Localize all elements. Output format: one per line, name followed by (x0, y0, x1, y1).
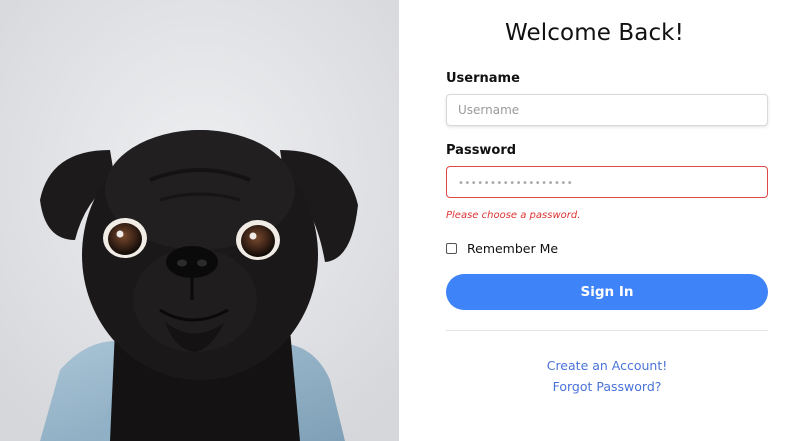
username-input[interactable] (447, 95, 767, 125)
login-form-panel: Welcome Back! Username Password Please c… (399, 0, 790, 441)
page-title: Welcome Back! (505, 20, 684, 46)
right-eye (241, 225, 275, 257)
remember-me-row: Remember Me (446, 241, 558, 256)
left-eye (108, 223, 142, 255)
sign-in-button[interactable]: Sign In (446, 274, 768, 310)
remember-me-checkbox[interactable] (446, 243, 457, 254)
forgot-password-link[interactable]: Forgot Password? (399, 379, 790, 394)
form-divider (446, 330, 768, 331)
pug-nose (166, 246, 218, 278)
password-field-wrapper (446, 166, 768, 198)
pug-photo (0, 0, 399, 441)
password-input[interactable] (447, 167, 767, 197)
password-label: Password (446, 143, 517, 158)
create-account-link[interactable]: Create an Account! (399, 358, 790, 373)
username-field-wrapper (446, 94, 768, 126)
username-label: Username (446, 71, 520, 86)
password-error-message: Please choose a password. (446, 210, 581, 221)
remember-me-label[interactable]: Remember Me (467, 241, 558, 256)
login-hero-image (0, 0, 399, 441)
